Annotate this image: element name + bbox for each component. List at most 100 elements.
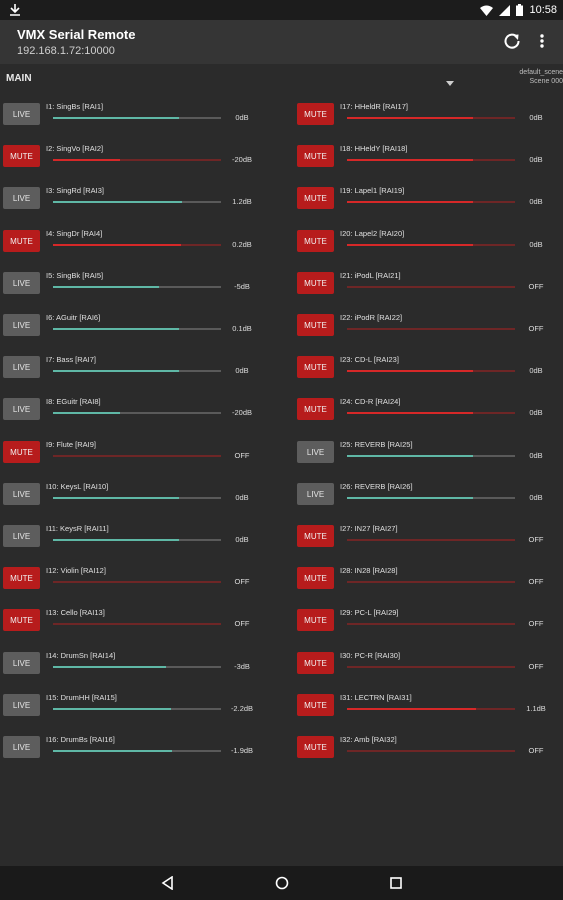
channel-strip: MUTE I31: LECTRN [RAI31] 1.1dB [297, 693, 563, 724]
channel-strip: MUTE I22: iPodR [RAI22] OFF [297, 313, 563, 344]
channel-strip: MUTE I4: SingDr [RAI4] 0.2dB [3, 229, 278, 260]
channel-strip: LIVE I26: REVERB [RAI26] 0dB [297, 482, 563, 513]
channel-fader[interactable] [347, 370, 515, 372]
fader-level-fill [347, 244, 473, 246]
channel-fader[interactable] [53, 286, 221, 288]
live-button[interactable]: LIVE [3, 398, 40, 420]
channel-fader[interactable] [53, 455, 221, 457]
channel-name: I26: REVERB [RAI26] [340, 482, 413, 491]
channel-fader[interactable] [347, 455, 515, 457]
channel-fader[interactable] [347, 328, 515, 330]
mute-button[interactable]: MUTE [297, 187, 334, 209]
mute-button[interactable]: MUTE [297, 736, 334, 758]
channel-fader[interactable] [347, 286, 515, 288]
live-button[interactable]: LIVE [3, 694, 40, 716]
live-button[interactable]: LIVE [297, 441, 334, 463]
more-options-icon[interactable] [533, 31, 551, 51]
fader-level-fill [53, 750, 173, 752]
dropdown-arrow-icon[interactable] [446, 74, 454, 86]
fader-level-fill [347, 708, 477, 710]
scene-name: default_scene [519, 69, 563, 76]
live-button[interactable]: LIVE [3, 652, 40, 674]
live-button[interactable]: LIVE [3, 483, 40, 505]
mute-button[interactable]: MUTE [297, 694, 334, 716]
channel-name: I17: HHeldR [RAI17] [340, 102, 408, 111]
mute-button[interactable]: MUTE [297, 314, 334, 336]
live-button[interactable]: LIVE [3, 187, 40, 209]
live-button[interactable]: LIVE [3, 103, 40, 125]
mute-button[interactable]: MUTE [3, 441, 40, 463]
mute-button[interactable]: MUTE [297, 145, 334, 167]
channel-name: I28: IN28 [RAI28] [340, 566, 398, 575]
navigation-bar [0, 866, 563, 900]
mute-button[interactable]: MUTE [297, 103, 334, 125]
live-button[interactable]: LIVE [3, 356, 40, 378]
channel-fader[interactable] [53, 412, 221, 414]
home-icon[interactable] [275, 876, 289, 890]
channel-strip: LIVE I3: SingRd [RAI3] 1.2dB [3, 186, 278, 217]
channel-name: I30: PC-R [RAI30] [340, 651, 401, 660]
channel-fader[interactable] [347, 666, 515, 668]
channel-level: OFF [528, 282, 544, 291]
channel-fader[interactable] [53, 159, 221, 161]
channel-strip: LIVE I6: AGuitr [RAI6] 0.1dB [3, 313, 278, 344]
mute-button[interactable]: MUTE [297, 567, 334, 589]
channel-fader[interactable] [53, 244, 221, 246]
fader-level-fill [347, 201, 473, 203]
channel-strip: LIVE I11: KeysR [RAI11] 0dB [3, 524, 278, 555]
live-button[interactable]: LIVE [3, 525, 40, 547]
channel-fader[interactable] [347, 539, 515, 541]
channel-name: I20: Lapel2 [RAI20] [340, 229, 405, 238]
channel-fader[interactable] [53, 750, 221, 752]
mute-button[interactable]: MUTE [297, 272, 334, 294]
channel-fader[interactable] [347, 412, 515, 414]
mix-selector-label[interactable]: MAIN [6, 73, 32, 84]
live-button[interactable]: LIVE [3, 736, 40, 758]
recents-icon[interactable] [389, 876, 403, 890]
channel-fader[interactable] [53, 539, 221, 541]
mute-button[interactable]: MUTE [297, 398, 334, 420]
fader-level-fill [53, 370, 179, 372]
mute-button[interactable]: MUTE [297, 356, 334, 378]
channel-fader[interactable] [53, 708, 221, 710]
channel-fader[interactable] [53, 497, 221, 499]
back-icon[interactable] [161, 875, 175, 891]
channel-name: I10: KeysL [RAI10] [46, 482, 109, 491]
channel-fader[interactable] [347, 497, 515, 499]
mute-button[interactable]: MUTE [3, 609, 40, 631]
channel-fader[interactable] [347, 117, 515, 119]
fader-level-fill [53, 666, 166, 668]
live-button[interactable]: LIVE [3, 272, 40, 294]
channel-fader[interactable] [347, 708, 515, 710]
mute-button[interactable]: MUTE [3, 567, 40, 589]
channel-fader[interactable] [53, 201, 221, 203]
channel-fader[interactable] [53, 623, 221, 625]
mute-button[interactable]: MUTE [297, 609, 334, 631]
channel-name: I19: Lapel1 [RAI19] [340, 186, 405, 195]
refresh-icon[interactable] [502, 31, 522, 51]
channel-name: I25: REVERB [RAI25] [340, 440, 413, 449]
channel-fader[interactable] [53, 581, 221, 583]
channel-fader[interactable] [347, 750, 515, 752]
fader-level-fill [53, 286, 159, 288]
channel-fader[interactable] [347, 159, 515, 161]
live-button[interactable]: LIVE [3, 314, 40, 336]
mute-button[interactable]: MUTE [3, 230, 40, 252]
channel-fader[interactable] [347, 201, 515, 203]
channel-fader[interactable] [53, 370, 221, 372]
channel-fader[interactable] [347, 623, 515, 625]
channel-fader[interactable] [347, 581, 515, 583]
fader-level-fill [347, 497, 473, 499]
channel-fader[interactable] [53, 117, 221, 119]
channel-fader[interactable] [53, 666, 221, 668]
live-button[interactable]: LIVE [297, 483, 334, 505]
channel-level: OFF [528, 619, 544, 628]
channel-fader[interactable] [53, 328, 221, 330]
mute-button[interactable]: MUTE [297, 525, 334, 547]
mute-button[interactable]: MUTE [297, 652, 334, 674]
channel-level: 0.1dB [232, 324, 252, 333]
channel-name: I6: AGuitr [RAI6] [46, 313, 101, 322]
channel-fader[interactable] [347, 244, 515, 246]
mute-button[interactable]: MUTE [297, 230, 334, 252]
mute-button[interactable]: MUTE [3, 145, 40, 167]
